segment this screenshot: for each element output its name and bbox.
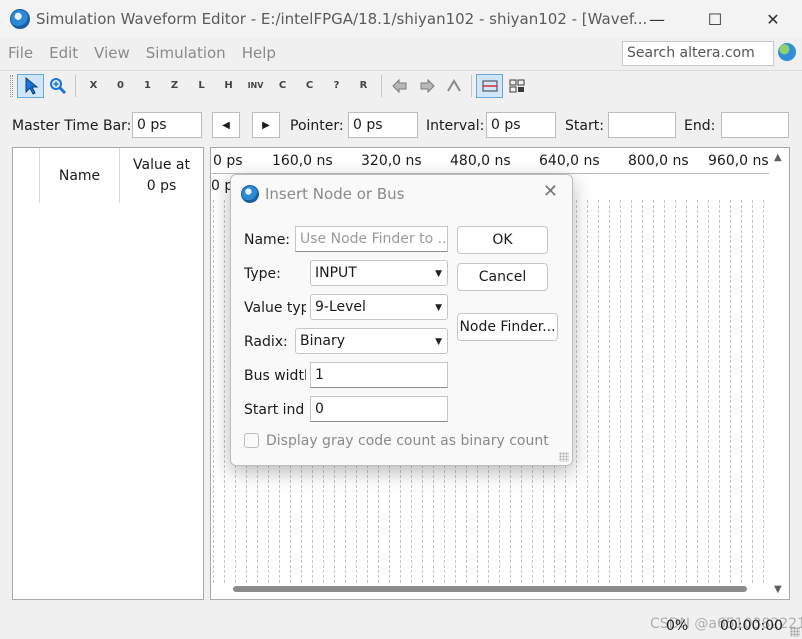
maximize-button[interactable]: ☐ — [686, 0, 744, 38]
pointer-icon[interactable] — [17, 73, 44, 98]
value-type-value: 9-Level — [315, 299, 366, 315]
start-label: Start: — [565, 118, 604, 134]
elapsed-time: 00:00:00 — [720, 618, 783, 634]
toolbar-separator — [381, 74, 382, 97]
bus-width-input[interactable]: 1 — [310, 362, 448, 388]
forcing-clock-icon[interactable]: C — [296, 74, 323, 98]
invert-icon[interactable]: INV — [242, 74, 269, 98]
dialog-resize-grip[interactable] — [559, 452, 569, 462]
value-column-header[interactable]: Value at 0 ps — [119, 148, 203, 203]
reset-icon[interactable] — [440, 74, 467, 98]
window-resize-grip[interactable] — [790, 627, 800, 637]
bus-width-label: Bus widtl — [244, 368, 306, 384]
ruler-tick: 160,0 ns — [272, 153, 333, 169]
chevron-down-icon: ▼ — [435, 269, 442, 279]
status-bar: CSDN @a6510382221 0% 00:00:00 — [0, 612, 802, 639]
dialog-title: Insert Node or Bus — [265, 185, 405, 203]
high-impedance-icon[interactable]: Z — [161, 74, 188, 98]
forcing-high-icon[interactable]: 1 — [134, 74, 161, 98]
close-button[interactable]: ✕ — [744, 0, 802, 38]
type-value: INPUT — [315, 265, 357, 281]
vertical-scrollbar[interactable]: ▲ ▼ — [769, 148, 789, 599]
snap-to-grid-icon[interactable] — [386, 74, 413, 98]
interval-field[interactable]: 0 ps — [486, 112, 556, 138]
interval-label: Interval: — [426, 118, 485, 134]
dialog-close-icon[interactable]: ✕ — [543, 181, 558, 202]
value-header-line2: 0 ps — [146, 177, 177, 194]
insert-node-dialog: Insert Node or Bus ✕ Name: Use Node Find… — [230, 174, 573, 466]
progress-percent: 0% — [666, 618, 689, 634]
radix-value: Binary — [300, 333, 345, 349]
pointer-field[interactable]: 0 ps — [348, 112, 418, 138]
node-name-input[interactable]: Use Node Finder to ... — [295, 226, 448, 252]
select-all-icon[interactable] — [503, 74, 530, 98]
ruler-tick: 800,0 ns — [628, 153, 689, 169]
node-finder-button[interactable]: Node Finder... — [457, 313, 558, 341]
master-time-bar-field[interactable]: 0 ps — [132, 112, 202, 138]
time-bar: Master Time Bar: 0 ps ◀ ▶ Pointer: 0 ps … — [0, 110, 802, 140]
zoom-icon[interactable] — [44, 74, 71, 98]
arbitrary-value-icon[interactable]: ? — [323, 74, 350, 98]
toolbar-separator — [471, 74, 472, 97]
name-column-header[interactable]: Name — [39, 148, 119, 203]
ruler-tick: 0 ps — [213, 153, 243, 169]
next-transition-button[interactable]: ▶ — [252, 112, 280, 138]
radix-select[interactable]: Binary ▼ — [295, 328, 448, 354]
search-input[interactable]: Search altera.com — [622, 41, 774, 66]
ruler-tick: 480,0 ns — [450, 153, 511, 169]
chevron-down-icon: ▼ — [435, 337, 442, 347]
end-label: End: — [684, 118, 716, 134]
toolbar-separator — [75, 74, 76, 97]
ruler-tick: 960,0 ns — [708, 153, 769, 169]
horizontal-scrollbar[interactable] — [233, 586, 747, 592]
minimize-button[interactable]: — — [628, 0, 686, 38]
gray-code-checkbox[interactable] — [244, 433, 259, 448]
dialog-app-icon — [241, 185, 259, 203]
weak-low-icon[interactable]: L — [188, 74, 215, 98]
menu-edit[interactable]: Edit — [41, 44, 86, 62]
title-bar: Simulation Waveform Editor - E:/intelFPG… — [0, 0, 802, 38]
type-select[interactable]: INPUT ▼ — [310, 260, 448, 286]
pointer-label: Pointer: — [290, 118, 344, 134]
ruler-tick: 640,0 ns — [539, 153, 600, 169]
value-header-line1: Value at — [133, 156, 190, 173]
menu-simulation[interactable]: Simulation — [138, 44, 234, 62]
start-index-input[interactable]: 0 — [310, 396, 448, 422]
random-value-icon[interactable]: R — [350, 74, 377, 98]
scroll-up-icon[interactable]: ▲ — [774, 152, 782, 163]
start-field[interactable] — [608, 112, 676, 138]
ok-button[interactable]: OK — [457, 226, 548, 254]
previous-transition-button[interactable]: ◀ — [212, 112, 240, 138]
weak-high-icon[interactable]: H — [215, 74, 242, 98]
menu-file[interactable]: File — [0, 44, 41, 62]
snap-icon[interactable] — [413, 74, 440, 98]
value-type-select[interactable]: 9-Level ▼ — [310, 294, 448, 320]
start-index-label: Start ind — [244, 402, 305, 418]
globe-icon[interactable] — [778, 43, 796, 61]
chevron-down-icon: ▼ — [435, 303, 442, 313]
scroll-down-icon[interactable]: ▼ — [774, 584, 782, 595]
master-time-bar-label: Master Time Bar: — [12, 118, 132, 134]
window-controls: — ☐ ✕ — [628, 0, 802, 38]
grid-icon[interactable] — [476, 73, 503, 98]
unknown-x-icon[interactable]: X — [80, 74, 107, 98]
signal-list-panel[interactable]: Name Value at 0 ps — [12, 147, 204, 600]
count-value-icon[interactable]: C — [269, 74, 296, 98]
menu-help[interactable]: Help — [234, 44, 284, 62]
quartus-app-icon — [10, 9, 30, 29]
cancel-button[interactable]: Cancel — [457, 263, 548, 291]
gray-code-label: Display gray code count as binary count — [266, 433, 549, 449]
ruler-tick: 320,0 ns — [361, 153, 422, 169]
toolbar-grip[interactable] — [10, 74, 13, 97]
time-ruler[interactable]: 0 ps 160,0 ns 320,0 ns 480,0 ns 640,0 ns… — [211, 148, 769, 174]
menu-view[interactable]: View — [86, 44, 138, 62]
end-field[interactable] — [721, 112, 789, 138]
window-title: Simulation Waveform Editor - E:/intelFPG… — [36, 10, 648, 28]
forcing-low-icon[interactable]: 0 — [107, 74, 134, 98]
value-type-label: Value typ — [244, 300, 306, 316]
type-label: Type: — [244, 266, 281, 282]
waveform-toolbar: X 0 1 Z L H INV C C ? R — [0, 70, 802, 100]
